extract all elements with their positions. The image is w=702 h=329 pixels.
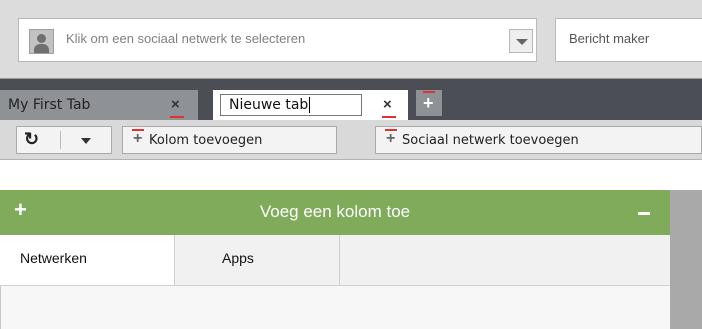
user-icon: [29, 29, 54, 54]
close-underline: [382, 116, 396, 118]
column-title: Voeg een kolom toe: [259, 202, 411, 221]
close-icon[interactable]: ×: [383, 96, 392, 113]
add-column-button[interactable]: + Kolom toevoegen: [122, 126, 337, 154]
network-dropdown-button[interactable]: [509, 29, 533, 53]
tab-rename-value: Nieuwe tab: [229, 97, 309, 113]
message-composer-placeholder: Bericht maker: [569, 31, 650, 46]
plus-icon: +: [133, 130, 143, 147]
refresh-icon[interactable]: ↻: [24, 129, 39, 150]
toolbar: ↻ + Kolom toevoegen + Sociaal netwerk to…: [0, 120, 702, 160]
tab-bar: My First Tab × Nieuwe tab × +: [0, 79, 702, 120]
top-bar: Klik om een sociaal netwerk te selectere…: [0, 0, 702, 79]
network-selector[interactable]: Klik om een sociaal netwerk te selectere…: [18, 18, 537, 62]
add-column-label: Kolom toevoegen: [149, 133, 263, 148]
tab-apps-label: Apps: [222, 250, 254, 266]
tab-label: My First Tab: [8, 97, 91, 113]
tab-nieuwe-tab[interactable]: Nieuwe tab ×: [213, 90, 408, 120]
message-composer-input[interactable]: Bericht maker: [555, 18, 702, 62]
tab-my-first-tab[interactable]: My First Tab ×: [0, 90, 198, 120]
add-column-header[interactable]: + Voeg een kolom toe: [0, 190, 670, 235]
refresh-button-group[interactable]: ↻: [16, 126, 112, 154]
tab-apps[interactable]: Apps: [175, 235, 340, 285]
tab-netwerken[interactable]: Netwerken: [0, 235, 175, 285]
add-network-label: Sociaal netwerk toevoegen: [402, 133, 579, 148]
close-underline: [170, 116, 184, 118]
chevron-down-icon: [516, 39, 528, 45]
text-caret: [309, 97, 311, 113]
divider: [60, 131, 61, 149]
minus-icon[interactable]: [638, 212, 650, 215]
close-icon[interactable]: ×: [171, 96, 180, 113]
add-tab-button[interactable]: +: [416, 90, 442, 116]
panel-tabs: Netwerken Apps: [0, 235, 670, 286]
tab-netwerken-label: Netwerken: [20, 250, 87, 266]
plus-icon: +: [423, 93, 434, 113]
plus-icon: +: [386, 130, 396, 147]
tab-rename-input[interactable]: Nieuwe tab: [220, 94, 362, 116]
add-network-button[interactable]: + Sociaal netwerk toevoegen: [375, 126, 702, 154]
workspace-gutter: [670, 190, 702, 329]
chevron-down-icon[interactable]: [81, 138, 91, 144]
network-selector-placeholder: Klik om een sociaal netwerk te selectere…: [66, 31, 306, 46]
